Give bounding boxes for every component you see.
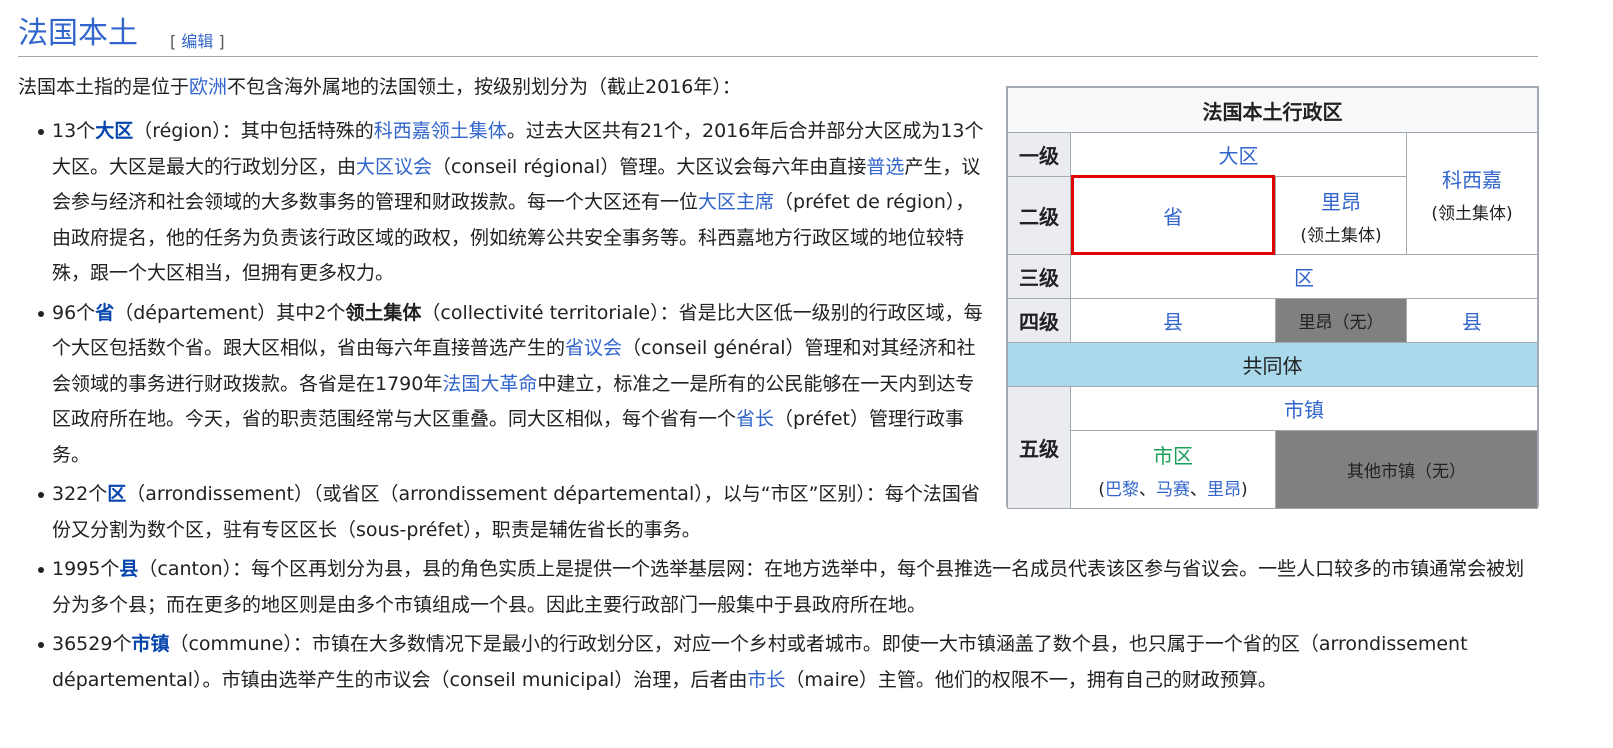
regional-council-link[interactable]: 大区议会 [356,156,432,178]
region-link[interactable]: 大区 [95,120,133,142]
intro-paragraph: 法国本土指的是位于欧洲不包含海外属地的法国领土，按级别划分为（截止2016年）： [18,76,741,98]
section-title: 法国本土 [18,16,138,51]
mayor-link[interactable]: 市长 [747,669,785,691]
arrondissement-cell-link[interactable]: 区 [1294,266,1314,290]
prefect-link[interactable]: 省长 [736,408,774,430]
level-5-label: 五级 [1007,386,1071,509]
list-item-canton: 1995个县（canton）：每个区再划分为县，县的角色实质上是提供一个选举基层… [18,552,1542,623]
level-3-label: 三级 [1007,254,1071,299]
level-1-label: 一级 [1007,132,1071,177]
edit-link[interactable]: 编辑 [181,32,213,51]
canton-link[interactable]: 县 [119,558,138,580]
list-item-arrondissement: 322个区（arrondissement）（或省区（arrondissement… [18,477,992,548]
arrondissement-link[interactable]: 区 [107,483,126,505]
department-cell-link[interactable]: 省 [1163,205,1183,229]
french-revolution-link[interactable]: 法国大革命 [442,373,537,395]
paris-link[interactable]: 巴黎 [1105,480,1139,500]
list-item-commune: 36529个市镇（commune）：市镇在大多数情况下是最小的行政划分区，对应一… [18,627,1542,698]
commune-cell-link[interactable]: 市镇 [1284,398,1324,422]
marseille-link[interactable]: 马赛 [1156,480,1190,500]
edit-section: [ 编辑 ] [170,32,225,51]
table-caption: 法国本土行政区 [1007,87,1538,133]
list-item-department: 96个省（département）其中2个领土集体（collectivité t… [18,296,992,474]
canton-cell-link-2[interactable]: 县 [1462,310,1482,334]
level-2-label: 二级 [1007,176,1071,255]
department-link[interactable]: 省 [95,302,114,324]
regional-prefect-link[interactable]: 大区主席 [698,191,774,213]
commonality-row: 共同体 [1007,342,1538,387]
general-council-link[interactable]: 省议会 [565,337,622,359]
region-cell-link[interactable]: 大区 [1219,144,1259,168]
level-4-label: 四级 [1007,298,1071,343]
corsica-cell-link[interactable]: 科西嘉 [1442,168,1502,192]
europe-link[interactable]: 欧洲 [189,76,227,98]
canton-cell-link-1[interactable]: 县 [1163,310,1183,334]
other-communes-cell: 其他市镇（无） [1275,430,1538,509]
list-item-region: 13个大区（région）：其中包括特殊的科西嘉领土集体。过去大区共有21个，2… [18,114,992,292]
lyon-link[interactable]: 里昂 [1207,480,1241,500]
commune-link[interactable]: 市镇 [131,633,169,655]
section-heading: 法国本土 [ 编辑 ] [18,12,1538,57]
urban-district-link[interactable]: 市区 [1153,444,1193,468]
corsica-collectivity-link[interactable]: 科西嘉领土集体 [374,120,507,142]
lyon-none-cell: 里昂（无） [1275,298,1407,343]
admin-divisions-table: 法国本土行政区 一级 大区 科西嘉 (领土集体) 二级 省 里昂 (领土集体) 三级… [1006,86,1539,509]
universal-suffrage-link[interactable]: 普选 [866,156,904,178]
lyon-cell-link[interactable]: 里昂 [1321,190,1361,214]
